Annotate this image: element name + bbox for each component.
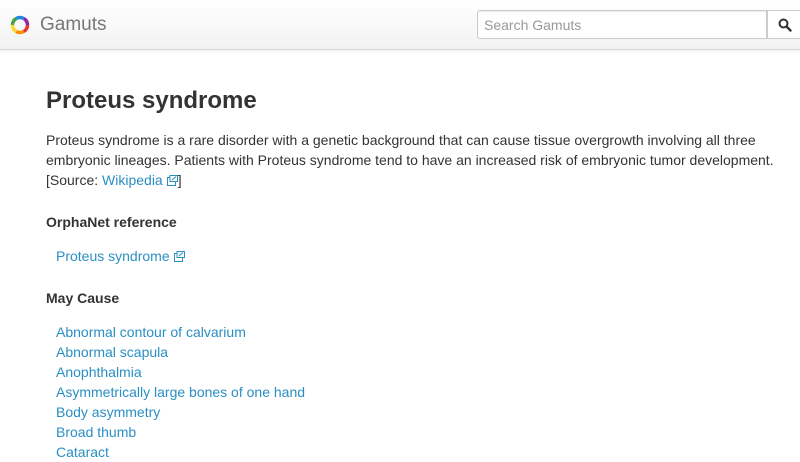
orphanet-list: Proteus syndrome: [46, 246, 776, 266]
may-cause-link[interactable]: Cataract: [56, 444, 109, 460]
list-item: Abnormal contour of calvarium: [56, 322, 776, 342]
may-cause-heading: May Cause: [46, 290, 120, 306]
search-button[interactable]: [767, 10, 800, 39]
may-cause-link[interactable]: Abnormal contour of calvarium: [56, 324, 246, 340]
main-content: Proteus syndrome Proteus syndrome is a r…: [46, 86, 776, 462]
list-item: Broad thumb: [56, 422, 776, 442]
may-cause-list: Abnormal contour of calvarium Abnormal s…: [46, 322, 776, 462]
list-item: Anophthalmia: [56, 362, 776, 382]
orphanet-link[interactable]: Proteus syndrome: [56, 248, 185, 264]
may-cause-link[interactable]: Body asymmetry: [56, 404, 160, 420]
brand-name: Gamuts: [40, 14, 107, 35]
wikipedia-link[interactable]: Wikipedia: [102, 172, 178, 188]
orphanet-heading: OrphaNet reference: [46, 214, 177, 230]
list-item: Asymmetrically large bones of one hand: [56, 382, 776, 402]
list-item: Cataract: [56, 442, 776, 462]
may-cause-link[interactable]: Broad thumb: [56, 424, 136, 440]
brand-link[interactable]: Gamuts: [10, 14, 107, 36]
orphanet-link-label: Proteus syndrome: [56, 248, 170, 264]
description-end: ]: [177, 172, 182, 188]
search-icon: [778, 18, 792, 32]
wikipedia-link-label: Wikipedia: [102, 172, 163, 188]
list-item: Abnormal scapula: [56, 342, 776, 362]
top-navbar: Gamuts: [0, 0, 800, 50]
external-link-icon: [173, 251, 185, 262]
external-link-icon: [166, 175, 178, 186]
may-cause-link[interactable]: Anophthalmia: [56, 364, 142, 380]
list-item: Body asymmetry: [56, 402, 776, 422]
may-cause-link[interactable]: Abnormal scapula: [56, 344, 168, 360]
list-item: Proteus syndrome: [56, 246, 776, 266]
may-cause-link[interactable]: Asymmetrically large bones of one hand: [56, 384, 305, 400]
description: Proteus syndrome is a rare disorder with…: [46, 130, 776, 190]
search-input[interactable]: [477, 10, 767, 39]
page-title: Proteus syndrome: [46, 87, 257, 114]
gamuts-logo-icon: [10, 15, 30, 35]
